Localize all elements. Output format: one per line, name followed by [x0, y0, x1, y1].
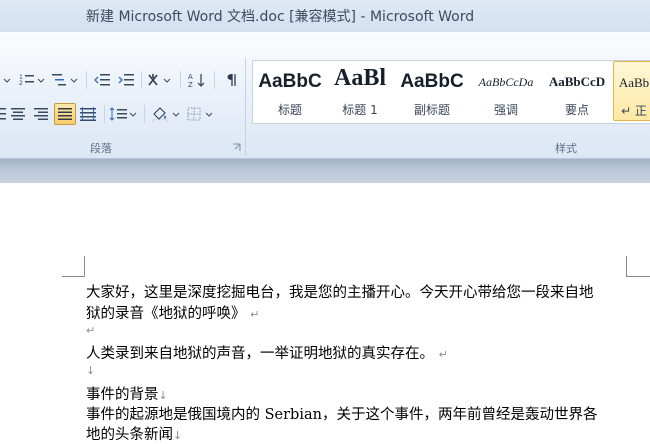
- line-text: 大家好，这里是深度挖掘电台，我是您的主播开心。今天开心带给您一段来自地: [86, 285, 594, 301]
- document-line[interactable]: ↵: [86, 322, 95, 338]
- align-center-icon[interactable]: [8, 104, 28, 124]
- window-title: 新建 Microsoft Word 文档.doc [兼容模式] - Micros…: [86, 9, 475, 25]
- style-emphasis[interactable]: AaBbCcDa 强调: [471, 61, 541, 121]
- document-line[interactable]: 大家好，这里是深度挖掘电台，我是您的主播开心。今天开心带给您一段来自地: [86, 281, 594, 302]
- document-line[interactable]: 人类录到来自地狱的声音，一举证明地狱的真实存在。 ↵: [86, 342, 448, 363]
- line-text: 地的头条新闻: [86, 427, 173, 443]
- distributed-align-icon[interactable]: [78, 104, 98, 124]
- line-text: 事件的起源地是俄国境内的: [86, 407, 265, 423]
- style-sample: AaBbCcDa: [478, 75, 534, 89]
- document-background: [0, 159, 650, 183]
- line-text: 狱的录音《地狱的呼唤》: [86, 306, 246, 322]
- style-name: 标题: [277, 103, 302, 117]
- separator: [214, 71, 215, 89]
- separator: [141, 71, 142, 89]
- multilevel-list-button[interactable]: [50, 70, 80, 90]
- line-break-mark: ↓: [173, 429, 183, 442]
- style-sample: AaBbC: [400, 71, 464, 92]
- line-break-mark: ↓: [86, 364, 96, 377]
- decrease-indent-icon[interactable]: [92, 70, 112, 90]
- style-sample: AaBbCcD: [548, 74, 606, 89]
- separator: [180, 71, 181, 89]
- style-name: ↵ 正: [621, 104, 647, 118]
- style-sample: AaBbC: [258, 71, 322, 92]
- paragraph-dialog-launcher-icon[interactable]: [232, 143, 241, 152]
- chinese-layout-icon[interactable]: [146, 70, 174, 90]
- document-line[interactable]: 地的头条新闻↓: [86, 423, 182, 444]
- separator: [144, 105, 145, 123]
- style-title[interactable]: AaBbC 标题: [255, 61, 325, 121]
- style-name: 标题 1: [342, 103, 378, 117]
- style-normal[interactable]: AaBb ↵ 正: [613, 61, 650, 121]
- line-spacing-icon[interactable]: [108, 104, 138, 124]
- crop-mark: [84, 256, 85, 277]
- borders-icon[interactable]: [186, 104, 216, 124]
- align-right-icon[interactable]: [31, 104, 51, 124]
- document-line[interactable]: 事件的背景↓: [86, 383, 168, 404]
- separator: [86, 71, 87, 89]
- bullets-dropdown-icon[interactable]: [0, 70, 14, 90]
- styles-gallery: AaBbC 标题 AaBl 标题 1 AaBbC 副标题 AaBbCcDa 强调…: [252, 60, 650, 124]
- justify-icon[interactable]: [54, 103, 76, 125]
- style-strong[interactable]: AaBbCcD 要点: [543, 61, 611, 121]
- title-bar: 新建 Microsoft Word 文档.doc [兼容模式] - Micros…: [0, 0, 650, 32]
- styles-group-label: 样式: [555, 142, 577, 155]
- document-line[interactable]: 狱的录音《地狱的呼唤》 ↵: [86, 302, 259, 323]
- crop-mark: [62, 276, 84, 277]
- crop-mark: [626, 256, 627, 277]
- sort-icon[interactable]: AZ: [186, 70, 208, 90]
- svg-text:2: 2: [19, 80, 23, 87]
- line-break-mark: ↓: [158, 389, 168, 402]
- line-text: 事件的背景: [86, 387, 159, 403]
- shading-icon[interactable]: [150, 104, 182, 124]
- separator: [104, 105, 105, 123]
- line-text: 人类录到来自地狱的声音，一举证明地狱的真实存在。: [86, 346, 434, 362]
- paragraph-mark: ↵: [86, 324, 96, 337]
- line-text-latin: Serbian: [264, 407, 322, 423]
- style-sample: AaBl: [333, 65, 386, 91]
- crop-mark: [626, 276, 650, 277]
- style-sample: AaBb: [618, 75, 650, 90]
- paragraph-mark: ↵: [250, 308, 260, 321]
- style-name: 副标题: [413, 103, 450, 117]
- svg-text:A: A: [188, 73, 193, 81]
- style-name: 要点: [564, 103, 589, 117]
- style-heading-1[interactable]: AaBl 标题 1: [329, 61, 391, 121]
- line-text: ，关于这个事件，两年前曾经是轰动世界各: [321, 407, 598, 423]
- document-line[interactable]: 事件的起源地是俄国境内的 Serbian，关于这个事件，两年前曾经是轰动世界各: [86, 403, 597, 424]
- style-subtitle[interactable]: AaBbC 副标题: [397, 61, 467, 121]
- show-marks-icon[interactable]: [220, 70, 240, 90]
- paragraph-mark: ↵: [438, 348, 448, 361]
- numbering-button[interactable]: 1 2: [18, 70, 46, 90]
- svg-text:Z: Z: [188, 81, 193, 88]
- document-line[interactable]: ↓: [86, 362, 95, 378]
- increase-indent-icon[interactable]: [116, 70, 136, 90]
- paragraph-group-label: 段落: [90, 142, 112, 155]
- style-name: 强调: [493, 103, 518, 117]
- align-left-icon[interactable]: [0, 104, 6, 124]
